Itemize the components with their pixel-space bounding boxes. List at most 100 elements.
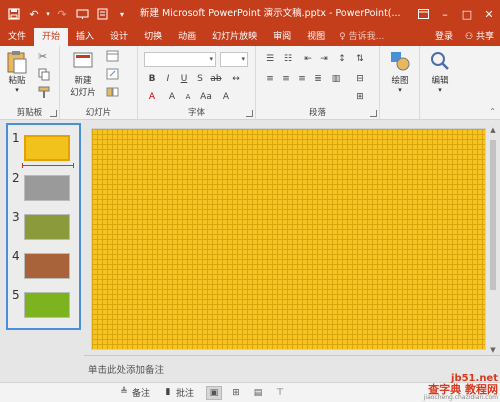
change-case-icon[interactable]: Aa (198, 90, 214, 104)
collapse-ribbon-icon[interactable]: ⌃ (489, 107, 496, 116)
share-button[interactable]: ⚇ 共享 (459, 28, 500, 46)
clipboard-launcher-icon[interactable] (50, 110, 57, 117)
section-icon[interactable] (106, 86, 120, 100)
char-spacing-icon[interactable]: ↔ (228, 72, 244, 86)
reset-icon[interactable] (106, 68, 120, 82)
watermark-line2: jiaocheng.chazidian.com (423, 394, 498, 401)
strikethrough-icon[interactable]: ab (208, 72, 224, 86)
notes-splitter[interactable] (84, 355, 500, 356)
grow-font-icon[interactable]: A (164, 90, 180, 104)
tab-view[interactable]: 视图 (299, 28, 333, 46)
tab-file[interactable]: 文件 (0, 28, 34, 46)
search-icon (429, 50, 451, 72)
format-painter-icon[interactable] (38, 86, 52, 100)
tab-slideshow[interactable]: 幻灯片放映 (204, 28, 265, 46)
align-center-icon[interactable]: ≡ (278, 72, 294, 86)
shapes-icon (389, 50, 411, 72)
bold-icon[interactable]: B (144, 72, 160, 86)
chevron-down-icon[interactable]: ▾ (44, 4, 52, 24)
window-title: 新建 Microsoft PowerPoint 演示文稿.pptx - Powe… (140, 8, 401, 19)
slide-sorter-icon[interactable]: ⊞ (228, 386, 244, 400)
normal-view-icon[interactable]: ▣ (206, 385, 223, 400)
thumbnail-row[interactable]: 4 (8, 249, 79, 281)
align-right-icon[interactable]: ≡ (294, 72, 310, 86)
align-text-icon[interactable]: ⊟ (352, 72, 368, 86)
font-group: ▾ ▾ B I U S ab ↔ A A A Aa A 字体 (138, 46, 256, 120)
notes-button[interactable]: ≜ 备注 (118, 386, 150, 399)
thumbnail-row[interactable]: 3 (8, 210, 79, 242)
slide-thumbnail[interactable] (24, 253, 70, 279)
scrollbar-thumb[interactable] (490, 140, 496, 290)
slideshow-view-icon[interactable]: ⊤ (272, 386, 288, 400)
slide-canvas[interactable] (91, 128, 486, 350)
touch-mode-icon[interactable] (92, 4, 112, 24)
slides-group: 新建 幻灯片 幻灯片 (60, 46, 138, 120)
clear-format-icon[interactable]: A (218, 90, 234, 104)
slide-thumbnail[interactable] (24, 175, 70, 201)
paragraph-launcher-icon[interactable] (370, 110, 377, 117)
bullets-icon[interactable]: ☰ (262, 52, 278, 66)
undo-icon[interactable]: ↶ (24, 4, 44, 24)
thumbnail-row[interactable]: 1 (8, 131, 79, 168)
tab-insert[interactable]: 插入 (68, 28, 102, 46)
close-icon[interactable]: ✕ (478, 0, 500, 28)
slide-thumbnail[interactable] (24, 135, 70, 161)
align-left-icon[interactable]: ≡ (262, 72, 278, 86)
tab-review[interactable]: 审阅 (265, 28, 299, 46)
slides-group-label: 幻灯片 (85, 108, 112, 118)
line-spacing-icon[interactable]: ↕ (334, 52, 350, 66)
columns-icon[interactable]: ▥ (328, 72, 344, 86)
copy-icon[interactable] (38, 68, 52, 82)
text-direction-icon[interactable]: ⇅ (352, 52, 368, 66)
thumbnail-row[interactable]: 5 (8, 288, 79, 320)
shrink-font-icon[interactable]: A (180, 90, 196, 104)
drawing-button[interactable]: 绘图 ▾ (384, 50, 416, 94)
justify-icon[interactable]: ≣ (310, 72, 326, 86)
font-launcher-icon[interactable] (246, 110, 253, 117)
tab-home[interactable]: 开始 (34, 28, 69, 46)
start-from-beginning-icon[interactable] (72, 4, 92, 24)
editing-group: 编辑 ▾ (420, 46, 460, 120)
tell-me-label: 告诉我... (348, 32, 385, 42)
scroll-up-icon[interactable]: ▲ (488, 126, 498, 136)
font-group-label: 字体 (187, 108, 205, 118)
font-size-combo[interactable]: ▾ (220, 52, 248, 67)
comments-button[interactable]: ▮ 批注 (162, 386, 195, 399)
editing-button[interactable]: 编辑 ▾ (424, 50, 456, 94)
decrease-indent-icon[interactable]: ⇤ (300, 52, 316, 66)
font-color-icon[interactable]: A (144, 90, 160, 104)
vertical-scrollbar[interactable]: ▲ ▼ (488, 126, 498, 356)
new-slide-label-1: 新建 (74, 76, 92, 86)
paste-dropdown-icon[interactable]: ▾ (4, 86, 30, 94)
maximize-icon[interactable]: □ (456, 0, 478, 28)
minimize-icon[interactable]: – (434, 0, 456, 28)
reading-view-icon[interactable]: ▤ (250, 386, 266, 400)
new-slide-button[interactable]: 新建 幻灯片 (64, 50, 102, 98)
underline-icon[interactable]: U (176, 72, 192, 86)
thumbnail-row[interactable]: 2 (8, 171, 79, 203)
increase-indent-icon[interactable]: ⇥ (316, 52, 332, 66)
layout-icon[interactable] (106, 50, 120, 64)
tab-animations[interactable]: 动画 (170, 28, 204, 46)
tab-design[interactable]: 设计 (102, 28, 136, 46)
editing-label: 编辑 (431, 76, 449, 86)
slide-thumbnail[interactable] (24, 214, 70, 240)
redo-icon[interactable]: ↷ (52, 4, 72, 24)
font-name-combo[interactable]: ▾ (144, 52, 216, 67)
cut-icon[interactable]: ✂ (38, 50, 52, 64)
italic-icon[interactable]: I (160, 72, 176, 86)
shadow-icon[interactable]: S (192, 72, 208, 86)
ribbon-display-options-icon[interactable] (412, 0, 434, 28)
slide-thumbnail-pane[interactable]: 1 2 3 4 5 (6, 123, 81, 330)
paste-button[interactable]: 粘贴 ▾ (4, 50, 30, 94)
tab-transitions[interactable]: 切换 (136, 28, 170, 46)
share-label: 共享 (475, 32, 494, 42)
customize-qat-icon[interactable]: ▾ (112, 4, 132, 24)
numbering-icon[interactable]: ☷ (280, 52, 296, 66)
slide-thumbnail[interactable] (24, 292, 70, 318)
save-icon[interactable] (4, 4, 24, 24)
tell-me-box[interactable]: ♀ 告诉我... (339, 28, 384, 46)
notes-placeholder[interactable]: 单击此处添加备注 (88, 362, 164, 376)
smartart-icon[interactable]: ⊞ (352, 90, 368, 104)
signin-link[interactable]: 登录 (429, 28, 459, 46)
